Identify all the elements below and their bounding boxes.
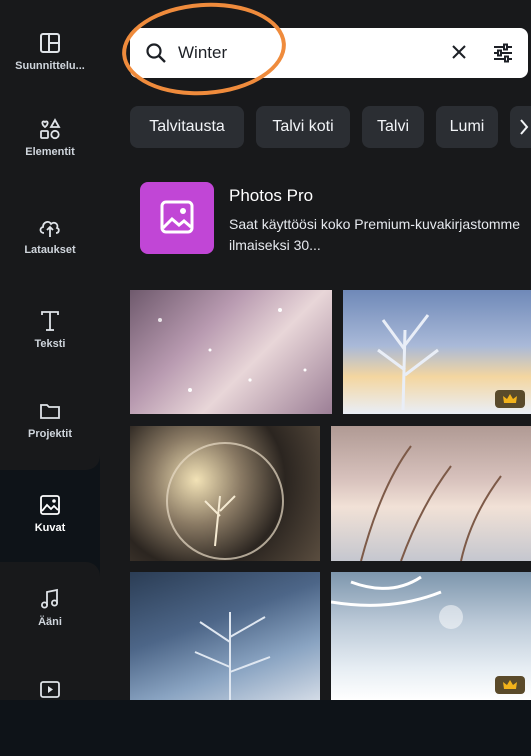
text-icon <box>41 311 59 331</box>
suggestion-chip[interactable]: Talvi koti <box>256 106 350 148</box>
snow-overlay <box>158 308 307 392</box>
folder-icon <box>40 404 60 419</box>
sidebar-item-uploads[interactable]: Lataukset <box>0 214 100 294</box>
sidebar-item-photos[interactable]: Kuvat <box>0 492 100 572</box>
photo-thumbnail[interactable] <box>130 290 332 414</box>
sidebar-item-label: Teksti <box>34 338 66 350</box>
sidebar-item-design[interactable]: Suunnittelu... <box>0 30 100 110</box>
photo-thumbnail[interactable] <box>130 572 320 700</box>
suggestion-chip[interactable]: Talvi <box>362 106 424 148</box>
filter-icon[interactable] <box>490 40 516 66</box>
left-sidebar: Suunnittelu... Elementit Lataukset Tekst… <box>0 0 100 700</box>
sidebar-item-label: Elementit <box>25 146 75 158</box>
photo-thumbnail[interactable] <box>331 426 531 561</box>
sidebar-item-label: Lataukset <box>24 244 76 256</box>
sidebar-item-label: Kuvat <box>34 522 66 534</box>
photo-thumbnail[interactable] <box>343 290 531 414</box>
photos-pro-icon[interactable] <box>140 182 214 254</box>
elements-icon <box>40 118 61 140</box>
layout-icon <box>40 33 60 53</box>
music-note-icon <box>41 588 58 609</box>
premium-crown-badge <box>495 390 525 408</box>
premium-crown-badge <box>495 676 525 694</box>
video-icon <box>40 681 60 698</box>
image-icon <box>40 495 60 515</box>
sidebar-item-label: Projektit <box>27 428 72 440</box>
crown-icon <box>503 680 517 689</box>
sidebar-item-elements[interactable]: Elementit <box>0 116 100 196</box>
grass-overlay <box>360 445 502 561</box>
suggestion-chip[interactable]: Lumi <box>436 106 498 148</box>
suggestion-chip[interactable]: Talvitausta <box>130 106 244 148</box>
promo-description: Saat käyttöösi koko Premium-kuvakirjasto… <box>229 216 520 253</box>
photo-thumbnail[interactable] <box>130 426 320 561</box>
promo-title[interactable]: Photos Pro <box>229 186 313 206</box>
sidebar-item-audio[interactable]: Ääni <box>0 586 100 666</box>
sidebar-item-text[interactable]: Teksti <box>0 308 100 388</box>
bubble-overlay <box>166 442 284 560</box>
chevron-right-icon <box>520 119 529 135</box>
frost-overlay <box>194 612 271 700</box>
sidebar-item-label: Ääni <box>38 616 62 628</box>
clear-icon[interactable] <box>448 41 470 63</box>
image-icon <box>160 200 194 234</box>
cloud-upload-icon <box>39 220 60 237</box>
sidebar-item-label: Suunnittelu... <box>15 60 85 72</box>
crown-icon <box>503 394 517 403</box>
photo-thumbnail[interactable] <box>331 572 531 700</box>
chips-next-button[interactable] <box>510 106 531 148</box>
sidebar-item-video[interactable] <box>0 676 100 756</box>
sidebar-item-projects[interactable]: Projektit <box>0 398 100 478</box>
